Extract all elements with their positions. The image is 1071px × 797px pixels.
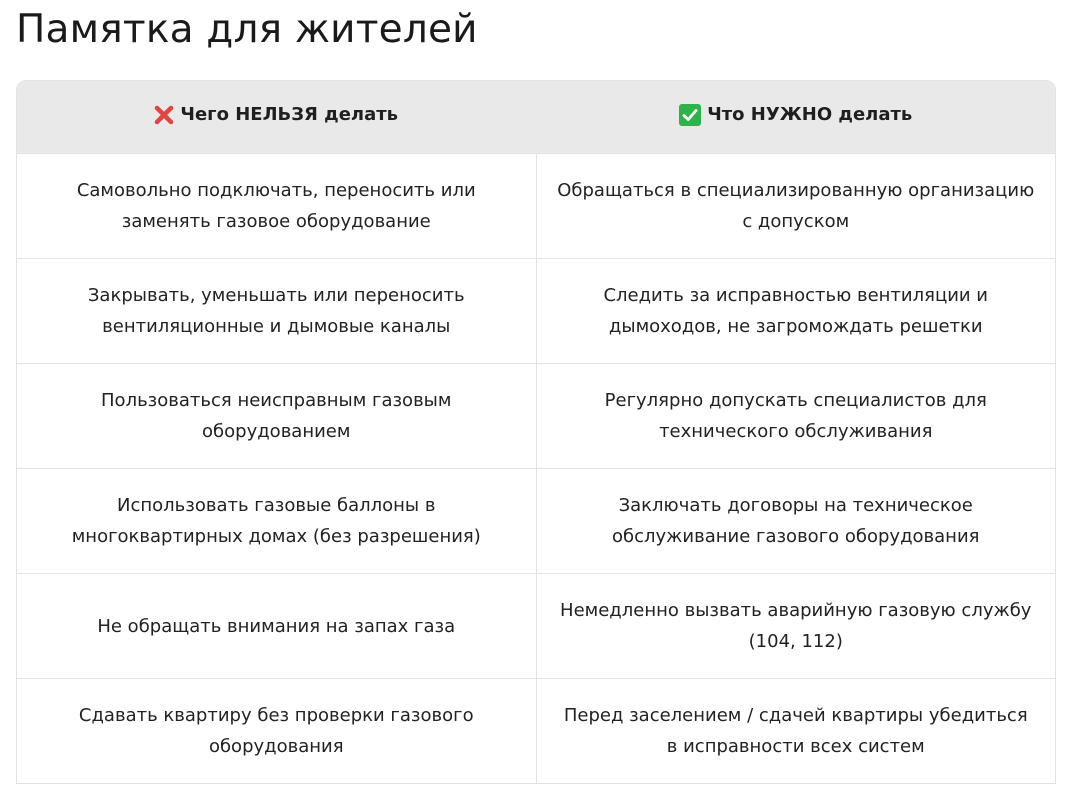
cell-do: Обращаться в специализированную организа… [535, 153, 1055, 259]
table-row: Использовать газовые баллоны в многоквар… [17, 468, 1055, 574]
cell-dont: Использовать газовые баллоны в многоквар… [17, 468, 536, 574]
table-header-row: Чего НЕЛЬЗЯ делать Что НУЖНО делать [17, 81, 1055, 154]
cell-dont: Самовольно подключать, переносить или за… [17, 153, 536, 259]
cell-do: Следить за исправностью вентиляции и дым… [535, 258, 1055, 364]
cell-dont: Сдавать квартиру без проверки газового о… [17, 678, 536, 783]
table-header: Чего НЕЛЬЗЯ делать Что НУЖНО делать [17, 81, 1055, 154]
table-row: Сдавать квартиру без проверки газового о… [17, 678, 1055, 783]
header-dont: Чего НЕЛЬЗЯ делать [17, 81, 536, 154]
table-row: Самовольно подключать, переносить или за… [17, 153, 1055, 259]
cell-dont: Закрывать, уменьшать или переносить вент… [17, 258, 536, 364]
cell-dont: Пользоваться неисправным газовым оборудо… [17, 363, 536, 469]
memo-table-grid: Чего НЕЛЬЗЯ делать Что НУЖНО делать Само… [17, 81, 1055, 783]
memo-table: Чего НЕЛЬЗЯ делать Что НУЖНО делать Само… [16, 80, 1056, 784]
cell-do: Регулярно допускать специалистов для тех… [535, 363, 1055, 469]
header-do: Что НУЖНО делать [535, 81, 1055, 154]
cell-do: Немедленно вызвать аварийную газовую слу… [535, 573, 1055, 679]
page-title: Памятка для жителей [16, 7, 478, 52]
check-mark-icon [679, 103, 702, 126]
cross-mark-icon [154, 105, 174, 125]
cell-do: Заключать договоры на техническое обслуж… [535, 468, 1055, 574]
table-row: Закрывать, уменьшать или переносить вент… [17, 258, 1055, 364]
header-do-label: Что НУЖНО делать [707, 104, 913, 125]
header-do-content: Что НУЖНО делать [679, 103, 913, 126]
cell-do: Перед заселением / сдачей квартиры убеди… [535, 678, 1055, 783]
table-row: Пользоваться неисправным газовым оборудо… [17, 363, 1055, 469]
table-body: Самовольно подключать, переносить или за… [17, 153, 1055, 783]
header-dont-content: Чего НЕЛЬЗЯ делать [154, 104, 398, 125]
header-dont-label: Чего НЕЛЬЗЯ делать [180, 104, 399, 126]
cell-dont: Не обращать внимания на запах газа [17, 573, 536, 679]
table-row: Не обращать внимания на запах газа Немед… [17, 573, 1055, 679]
